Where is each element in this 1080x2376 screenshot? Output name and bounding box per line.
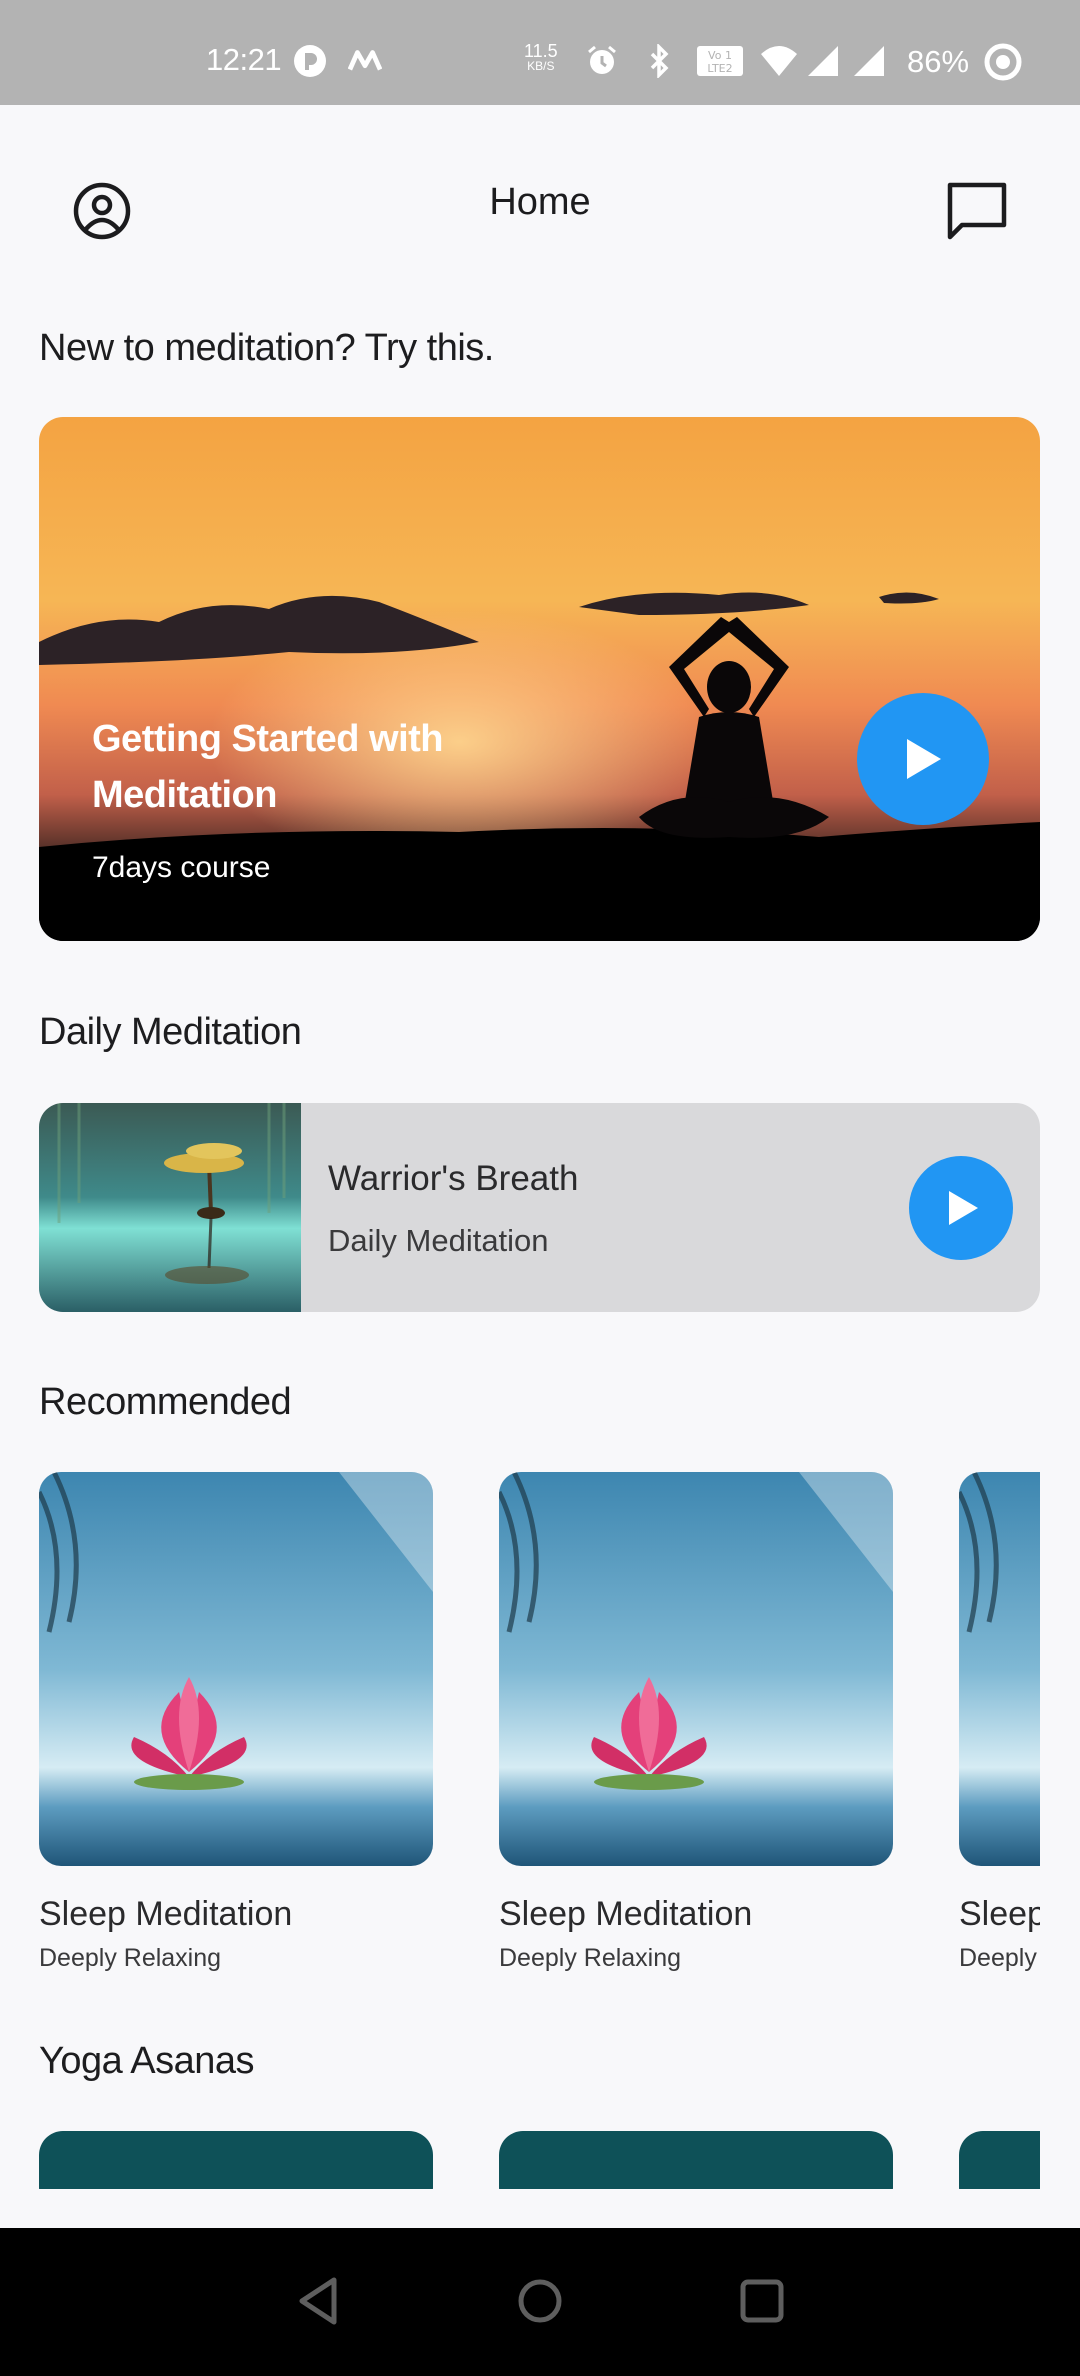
daily-section-title: Daily Meditation [39,1011,302,1053]
recommended-item-subtitle: Deeply Relaxing [39,1944,222,1972]
yoga-card[interactable] [39,2131,433,2189]
recommended-item-title: Sleep Meditation [39,1895,293,1933]
intro-section-title: New to meditation? Try this. [39,327,494,369]
home-icon[interactable] [513,2274,567,2328]
bluetooth-icon [650,44,669,78]
daily-meditation-card[interactable]: Warrior's Breath Daily Meditation [39,1103,1040,1312]
page-title: Home [489,181,591,223]
yoga-carousel[interactable] [39,2131,1040,2189]
daily-card-subtitle: Daily Meditation [328,1223,549,1258]
recommended-carousel[interactable]: Sleep Meditation Deeply Relaxing Sleep M… [39,1472,1040,1992]
recommended-item[interactable]: Sleep Meditation Deeply Relaxing [959,1472,1040,1972]
app-bar: Home [0,105,1080,310]
signal-icon [854,46,884,76]
svg-text:Vo 1: Vo 1 [708,49,732,62]
m-app-icon [348,50,382,71]
battery-level: 86% [907,44,970,79]
recommended-item-title: Sleep Meditation [499,1895,753,1933]
lotus-water-image [499,1472,893,1866]
svg-text:LTE2: LTE2 [707,62,732,75]
recents-icon[interactable] [735,2274,789,2328]
recommended-item[interactable]: Sleep Meditation Deeply Relaxing [39,1472,433,1972]
play-icon [949,1191,978,1225]
recommended-item[interactable]: Sleep Meditation Deeply Relaxing [499,1472,893,1972]
back-icon[interactable] [292,2274,346,2328]
hero-play-button[interactable] [857,693,989,825]
system-nav-bar [0,2228,1080,2376]
app-notification-icon [294,45,326,77]
net-speed-value: 11.5 [524,41,558,61]
net-speed: 11.5 KB/S [524,41,558,73]
lotus-water-image [39,1472,433,1866]
daily-play-button[interactable] [909,1156,1013,1260]
status-time: 12:21 [206,42,282,77]
alarm-icon [588,45,616,74]
volte-icon: Vo 1 LTE2 [697,46,743,76]
net-speed-unit: KB/S [527,59,555,73]
recommended-item-subtitle: Deeply Relaxing [499,1944,682,1972]
bonsai-tree-image [39,1103,301,1312]
recommended-section-title: Recommended [39,1381,292,1423]
yoga-card[interactable] [499,2131,893,2189]
status-bar: 12:21 11.5 KB/S Vo 1 LTE2 86% [0,0,1080,105]
chat-icon[interactable] [946,181,1008,241]
yoga-section-title: Yoga Asanas [39,2040,254,2082]
hero-card-subtitle: 7days course [92,851,271,884]
recommended-item-subtitle: Deeply Relaxing [959,1944,1040,1972]
signal-icon [808,46,838,76]
play-icon [907,739,941,779]
lotus-water-image [959,1472,1040,1866]
yoga-card[interactable] [959,2131,1040,2189]
recommended-item-title: Sleep Meditation [959,1895,1040,1933]
wifi-icon [761,46,797,76]
getting-started-card[interactable]: Getting Started with Meditation 7days co… [39,417,1040,941]
battery-icon [984,43,1022,81]
daily-card-title: Warrior's Breath [328,1159,579,1198]
hero-card-title: Getting Started with Meditation [92,718,444,816]
